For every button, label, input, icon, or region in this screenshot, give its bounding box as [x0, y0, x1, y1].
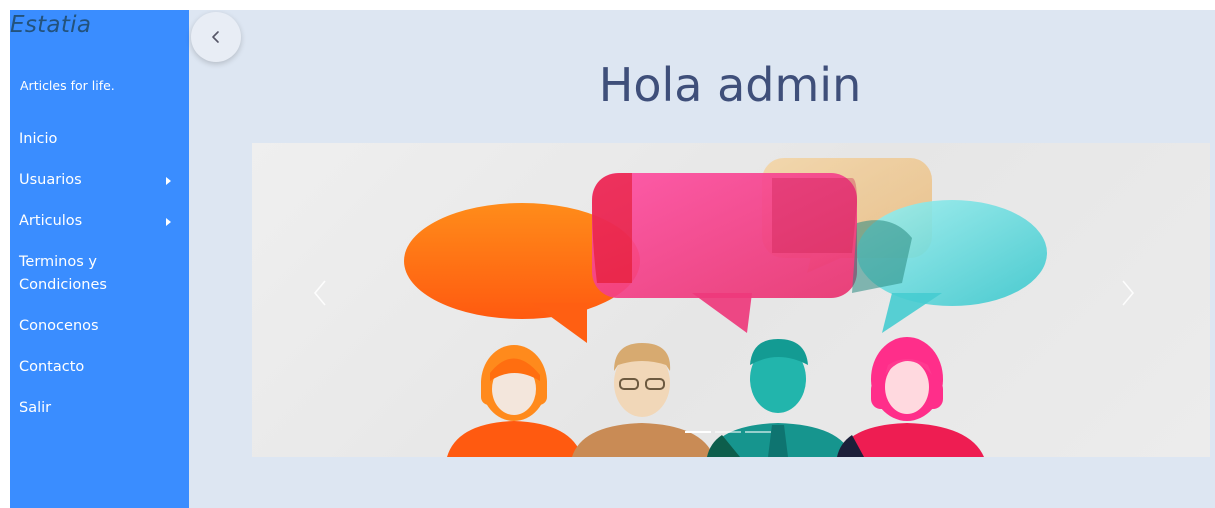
carousel-indicator-1[interactable] [685, 431, 711, 433]
caret-right-icon [166, 177, 171, 185]
chevron-left-icon [212, 31, 219, 43]
sidebar-item-label: Inicio [19, 131, 58, 147]
chevron-right-icon [1122, 280, 1135, 306]
brand-logo[interactable]: Estatia [10, 12, 91, 38]
carousel-indicators [685, 431, 771, 433]
sidebar-item-label: Usuarios [19, 172, 82, 188]
sidebar-item-salir[interactable]: Salir [10, 397, 189, 420]
sidebar-item-contacto[interactable]: Contacto [10, 356, 189, 379]
carousel-indicator-3[interactable] [745, 431, 771, 433]
chevron-left-icon [313, 280, 326, 306]
carousel-next-button[interactable] [1120, 278, 1150, 318]
sidebar-item-terminos[interactable]: Terminos y Condiciones [10, 251, 130, 297]
sidebar-menu: Inicio Usuarios Articulos Terminos y Con… [10, 128, 189, 420]
brand-tagline: Articles for life. [20, 78, 115, 93]
sidebar-item-usuarios[interactable]: Usuarios [10, 169, 189, 192]
sidebar-item-label: Salir [19, 400, 52, 416]
sidebar-item-label: Conocenos [19, 318, 99, 334]
sidebar-item-label: Articulos [19, 213, 83, 229]
carousel-prev-button[interactable] [312, 278, 342, 318]
carousel-indicator-2[interactable] [715, 431, 741, 433]
people-speech-bubbles-illustration [404, 158, 1047, 457]
sidebar-item-label: Terminos y Condiciones [19, 254, 107, 293]
sidebar-item-label: Contacto [19, 359, 85, 375]
page-title: Hola admin [598, 58, 862, 112]
app-frame: Estatia Articles for life. Inicio Usuari… [10, 10, 1215, 508]
image-carousel[interactable] [252, 143, 1210, 457]
sidebar-toggle-button[interactable] [191, 12, 241, 62]
sidebar-item-articulos[interactable]: Articulos [10, 210, 189, 233]
sidebar-item-conocenos[interactable]: Conocenos [10, 315, 189, 338]
sidebar: Estatia Articles for life. Inicio Usuari… [10, 10, 189, 508]
caret-right-icon [166, 218, 171, 226]
sidebar-item-inicio[interactable]: Inicio [10, 128, 189, 151]
